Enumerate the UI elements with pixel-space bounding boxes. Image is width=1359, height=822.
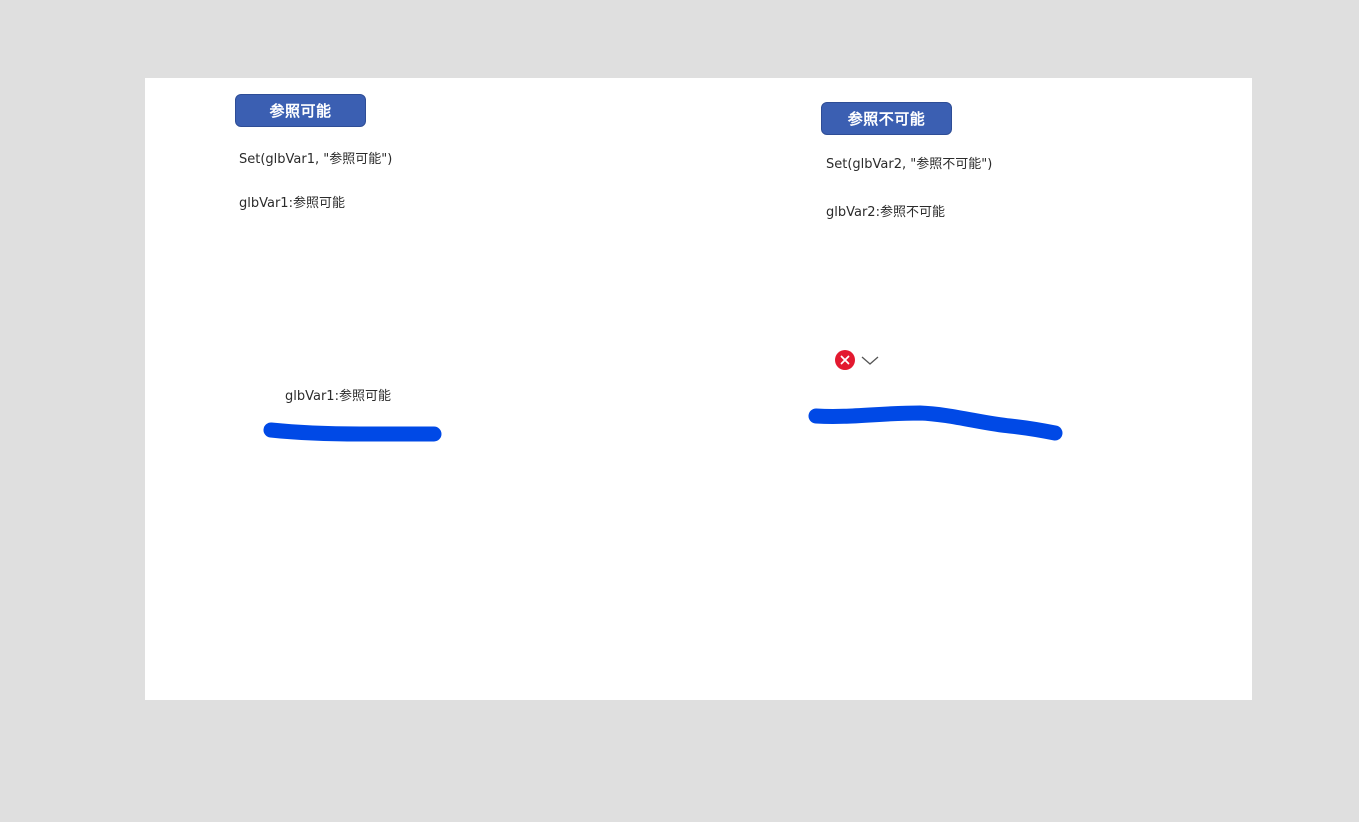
reference-possible-button[interactable]: 参照可能 <box>235 94 366 127</box>
reference-impossible-button[interactable]: 参照不可能 <box>821 102 952 135</box>
right-formula-label: Set(glbVar2, "参照不可能") <box>826 157 993 172</box>
left-lower-value-label: glbVar1:参照可能 <box>285 389 391 404</box>
error-x-icon[interactable] <box>835 350 855 370</box>
left-value-label: glbVar1:参照可能 <box>239 196 345 211</box>
app-canvas: 参照可能 Set(glbVar1, "参照可能") glbVar1:参照可能 g… <box>145 78 1252 700</box>
right-value-label: glbVar2:参照不可能 <box>826 205 945 220</box>
left-formula-label: Set(glbVar1, "参照可能") <box>239 152 393 167</box>
chevron-down-icon[interactable] <box>860 354 880 368</box>
